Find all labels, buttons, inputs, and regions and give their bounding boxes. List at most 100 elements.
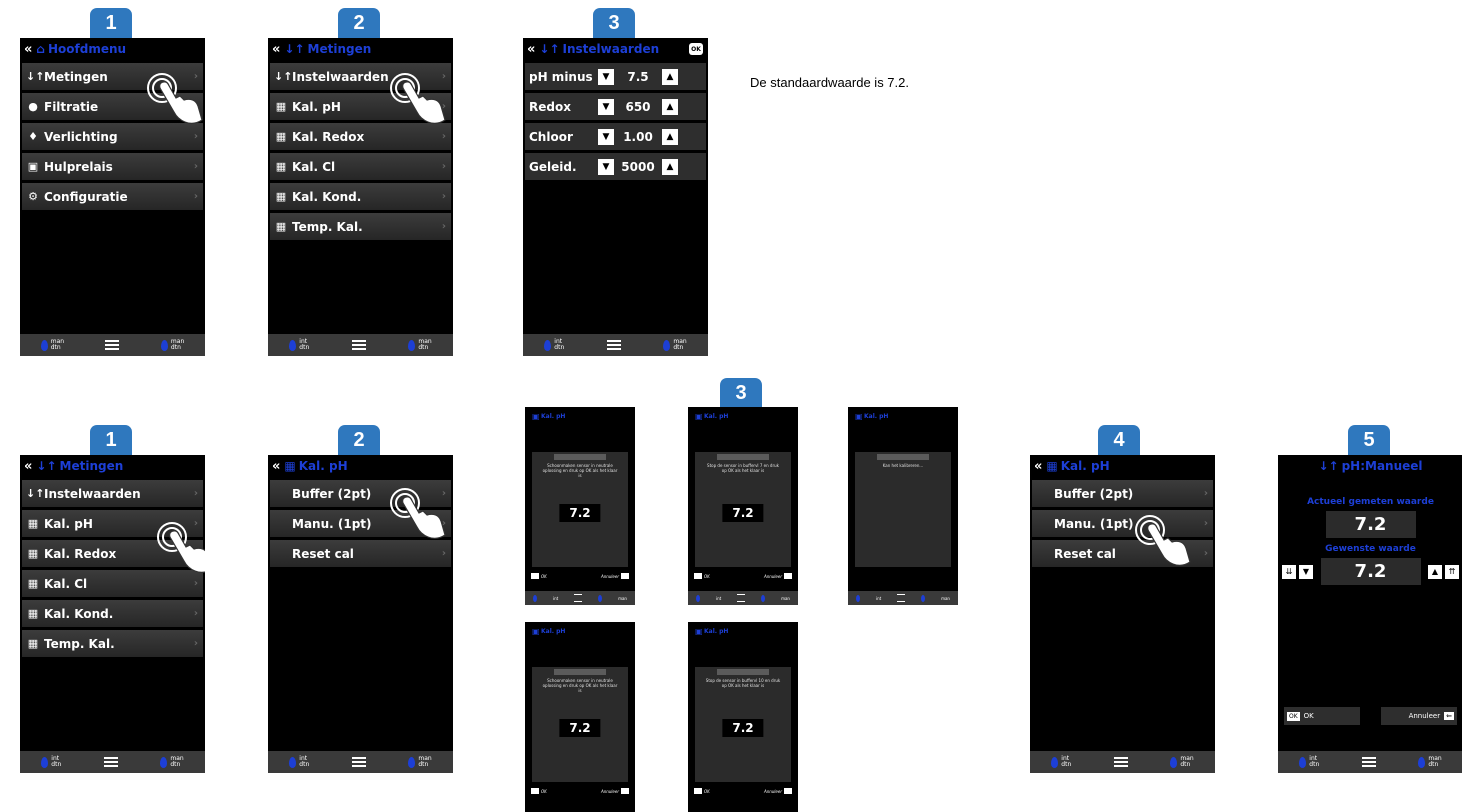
menu-list-icon[interactable] [897,594,906,602]
menu-item-kal-redox[interactable]: ▦ Kal. Redox › [270,123,451,150]
ok-button[interactable]: OK [689,43,703,55]
menu-item-instelwaarden[interactable]: ↓↑ Instelwaarden › [270,63,451,90]
cancel-label: Annuleer [763,788,782,794]
cancel-button[interactable]: Annuleer [601,573,629,579]
dialog-message: Schoonmaken sensor in neutrale oplossing… [542,678,618,693]
ok-button[interactable]: OK [694,788,710,794]
menu-item-metingen[interactable]: ↓↑ Metingen › [22,63,203,90]
pump-status[interactable]: man dtn [1170,756,1194,768]
menu-list-icon[interactable] [606,340,621,350]
menu-item-kal-redox[interactable]: ▦ Kal. Redox › [22,540,203,567]
menu-item-label: Verlichting [44,129,118,144]
calibrate-icon: ▦ [275,100,287,113]
screen-header: « ↓↑ Metingen [268,38,453,60]
drop-icon [41,756,49,768]
back-icon[interactable]: « [272,459,280,474]
menu-item-label: Temp. Kal. [292,219,363,234]
desired-value[interactable]: 7.2 [1320,558,1421,585]
back-icon[interactable]: « [24,459,32,474]
decrease-button[interactable]: ▼ [598,98,614,115]
increase-button[interactable]: ▲ [662,158,678,175]
back-icon[interactable]: « [24,42,32,57]
menu-item-configuratie[interactable]: ⚙ Configuratie › [22,183,203,210]
menu-list-icon[interactable] [351,757,366,767]
step-badge: 3 [720,378,762,408]
ok-button[interactable]: OK [531,788,547,794]
chevron-right-icon: › [441,518,446,529]
menu-item-temp-kal[interactable]: ▦ Temp. Kal. › [270,213,451,240]
ok-label: OK [1303,712,1314,720]
cancel-button[interactable]: Annuleer ⇐ [1381,707,1457,725]
setting-value: 5000 [621,159,655,174]
pump-status[interactable]: int dtn [1299,756,1319,768]
menu-list-icon[interactable] [574,594,583,602]
screen-title: Kal. pH [525,622,635,644]
setting-row: Chloor ▼ 1.00 ▲ [525,123,706,150]
cancel-button[interactable]: Annuleer [764,788,792,794]
cancel-button[interactable]: Annuleer [764,573,792,579]
pump-status[interactable]: int dtn [289,756,309,768]
ok-button[interactable]: OK [694,573,710,579]
menu-item-kal-cl[interactable]: ▦ Kal. Cl › [22,570,203,597]
increase-button[interactable]: ▲ [1428,564,1442,579]
menu-list-icon[interactable] [1361,757,1376,767]
footer-bar: int man [848,591,958,605]
menu-list-icon[interactable] [105,340,120,350]
menu-item-reset-cal[interactable]: Reset cal › [270,540,451,567]
pump-status[interactable]: int dtn [1051,756,1071,768]
pump-status[interactable]: int dtn [544,339,564,351]
back-icon[interactable]: « [1034,459,1042,474]
fast-decrease-button[interactable]: ⇊ [1282,564,1296,579]
pump-status[interactable]: man dtn [408,756,432,768]
setting-label: Redox [529,99,571,114]
menu-item-verlichting[interactable]: ♦ Verlichting › [22,123,203,150]
menu-item-temp-kal[interactable]: ▦ Temp. Kal. › [22,630,203,657]
decrease-button[interactable]: ▼ [598,68,614,85]
pump-status[interactable]: man dtn [40,339,64,351]
ok-button[interactable]: OK [531,573,547,579]
pump-status[interactable]: man dtn [663,339,687,351]
footer-bar: man dtn man dtn [20,334,205,356]
increase-button[interactable]: ▲ [662,128,678,145]
menu-list-icon[interactable] [351,340,366,350]
pump-status[interactable]: man dtn [1418,756,1442,768]
menu-item-buffer[interactable]: Buffer (2pt) › [270,480,451,507]
menu-item-hulprelais[interactable]: ▣ Hulprelais › [22,153,203,180]
menu-item-kal-cl[interactable]: ▦ Kal. Cl › [270,153,451,180]
menu-item-buffer[interactable]: Buffer (2pt) › [1032,480,1213,507]
pump-status[interactable]: man dtn [160,756,184,768]
menu-item-manu[interactable]: Manu. (1pt) › [1032,510,1213,537]
menu-item-kal-kond[interactable]: ▦ Kal. Kond. › [22,600,203,627]
back-icon[interactable]: « [527,42,535,57]
menu-list-icon[interactable] [1113,757,1128,767]
increase-button[interactable]: ▲ [662,98,678,115]
increase-button[interactable]: ▲ [662,68,678,85]
menu-item-filtratie[interactable]: ● Filtratie › [22,93,203,120]
chevron-right-icon: › [441,488,446,499]
dialog-title-bar [877,454,929,460]
desired-value-row: ⇊ ▼ 7.2 ▲ ⇈ [1282,558,1459,585]
menu-item-kal-kond[interactable]: ▦ Kal. Kond. › [270,183,451,210]
pump-status[interactable]: int dtn [289,339,309,351]
menu-list-icon[interactable] [737,594,746,602]
pump-status[interactable]: man dtn [408,339,432,351]
ph-value: 7.2 [722,504,764,522]
menu-item-reset-cal[interactable]: Reset cal › [1032,540,1213,567]
decrease-button[interactable]: ▼ [598,128,614,145]
menu-item-kal-ph[interactable]: ▦ Kal. pH › [22,510,203,537]
status-label: dtn [554,344,565,351]
cancel-button[interactable]: Annuleer [601,788,629,794]
ok-button[interactable]: OK OK [1284,707,1360,725]
back-icon[interactable]: « [272,42,280,57]
menu-item-instelwaarden[interactable]: ↓↑ Instelwaarden › [22,480,203,507]
decrease-button[interactable]: ▼ [598,158,614,175]
menu-item-label: Hulprelais [44,159,113,174]
menu-list-icon[interactable] [103,757,118,767]
pump-status[interactable]: man dtn [160,339,184,351]
footer-bar: int man [688,591,798,605]
fast-increase-button[interactable]: ⇈ [1445,564,1459,579]
pump-status[interactable]: int dtn [41,756,61,768]
menu-item-kal-ph[interactable]: ▦ Kal. pH › [270,93,451,120]
menu-item-manu[interactable]: Manu. (1pt) › [270,510,451,537]
decrease-button[interactable]: ▼ [1299,564,1313,579]
